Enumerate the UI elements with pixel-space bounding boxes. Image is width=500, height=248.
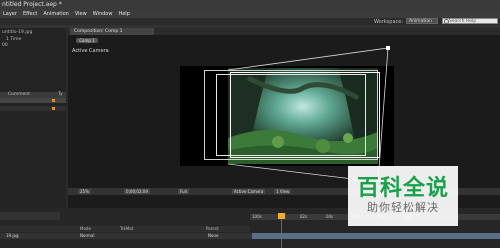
menu-animation[interactable]: Animation [40,11,72,17]
menu-window[interactable]: Window [90,11,116,17]
project-file-name: untitlo-19.jpg [2,30,33,35]
camera-view-select[interactable]: Active Camera [232,189,266,194]
menu-layer[interactable]: Layer [0,11,20,17]
resolution-select[interactable]: Full [178,189,189,194]
layer-parent-select[interactable]: None [208,233,218,238]
menu-help[interactable]: Help [115,11,132,17]
layer-name[interactable]: 19.jpg [6,233,19,238]
layer-mode-select[interactable]: Normal [80,233,94,238]
label-color-icon [52,107,55,110]
active-camera-label: Active Camera [72,48,109,54]
search-icon [444,19,449,24]
ruler-tick: 02s [300,214,308,219]
menu-view[interactable]: View [72,11,90,17]
type-column-label[interactable]: Ty [58,92,63,97]
project-info-1: 1 Time [6,37,22,42]
window-title: ntitled Project.aep * [2,1,62,8]
project-panel: untitlo-19.jpg 1 Time 00 [0,28,66,210]
zoom-select[interactable]: 25% [78,189,91,194]
project-row[interactable] [0,106,66,111]
trkmat-column-label[interactable]: TrkMat [120,226,133,231]
project-info-2: 00 [2,43,8,48]
search-input[interactable]: Search Help [442,18,498,24]
comp-name-pill[interactable]: Comp 1 [76,38,98,43]
tab-composition[interactable]: Composition: Comp 1 [70,28,154,35]
title-bar: ntitled Project.aep * [0,0,500,10]
ruler-tick: 100s [252,214,262,219]
project-row[interactable] [0,98,66,103]
menu-bar: Layer Effect Animation View Window Help [0,10,500,18]
watermark-subtitle: 助你轻松解决 [367,201,439,214]
layer-duration-bar[interactable] [252,233,500,239]
timeline-header [0,212,60,220]
watermark-title: 百科全说 [356,176,449,201]
comment-column-label[interactable]: Comment [8,92,30,97]
workspace-select[interactable]: Animation [406,18,438,24]
ruler-tick: 04s [326,214,334,219]
view-layout-select[interactable]: 1 View [274,189,292,194]
parent-column-label[interactable]: Parent [206,226,219,231]
menu-effect[interactable]: Effect [20,11,40,17]
mode-column-label[interactable]: Mode [80,226,91,231]
label-color-icon [52,99,55,102]
timecode-display[interactable]: 0;00;02;09 [124,189,150,194]
